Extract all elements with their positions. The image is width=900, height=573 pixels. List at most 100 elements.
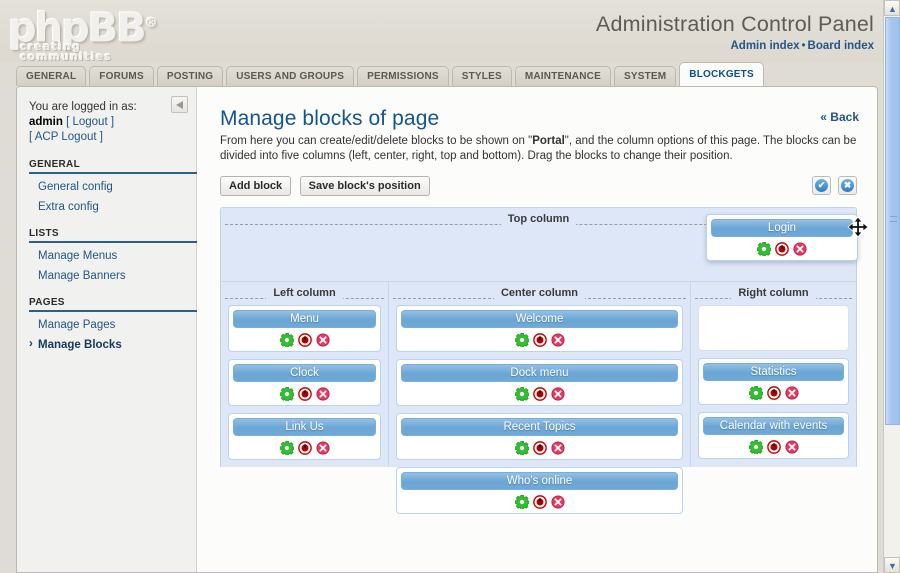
page-title: Manage blocks of page (220, 107, 440, 130)
block-title: Calendar with events (703, 417, 844, 435)
tab-blockgets[interactable]: BLOCKGETS (679, 62, 764, 86)
block-welcome[interactable]: Welcome (396, 305, 683, 352)
sidebar-section-lists: LISTS (29, 228, 197, 243)
block-actions (401, 382, 678, 402)
check-icon: ✔ (815, 179, 828, 192)
gear-icon[interactable] (514, 386, 529, 401)
dragging-block-login[interactable]: Login (706, 214, 869, 261)
center-column-header: Center column (389, 282, 690, 302)
block-statistics[interactable]: Statistics (698, 358, 849, 405)
gear-icon[interactable] (757, 241, 771, 256)
toggle-icon[interactable] (532, 332, 547, 347)
back-link[interactable]: « Back (820, 110, 859, 124)
sidebar-item-manage-banners[interactable]: Manage Banners (29, 269, 186, 283)
delete-icon[interactable] (550, 495, 565, 509)
gear-icon[interactable] (514, 494, 529, 509)
block-menu[interactable]: Menu (228, 305, 381, 352)
center-column-dropzone[interactable]: Center column Welcome Dock menu Recent Top… (389, 282, 691, 514)
main-tab-bar: GENERAL FORUMS POSTING USERS AND GROUPS PERM… (16, 62, 767, 86)
tab-posting[interactable]: POSTING (156, 66, 224, 86)
delete-icon[interactable] (315, 333, 330, 347)
left-column-label: Left column (266, 287, 343, 299)
board-index-link[interactable]: Board index (808, 40, 874, 52)
tab-forums[interactable]: FORUMS (89, 66, 154, 86)
admin-index-link[interactable]: Admin index (730, 40, 799, 52)
scroll-down-button[interactable]: ▼ (884, 557, 900, 573)
block-title: Link Us (233, 418, 376, 436)
sidebar-item-manage-menus[interactable]: Manage Menus (29, 249, 186, 263)
toggle-icon[interactable] (297, 440, 312, 455)
sidebar-section-pages: PAGES (29, 297, 197, 312)
toggle-icon[interactable] (297, 332, 312, 347)
page-description: From here you can create/edit/delete blo… (220, 134, 858, 164)
delete-icon[interactable] (315, 387, 330, 401)
block-dock-menu[interactable]: Dock menu (396, 359, 683, 406)
block-link-us[interactable]: Link Us (228, 413, 381, 460)
add-block-button[interactable]: Add block (220, 176, 292, 196)
tab-users-and-groups[interactable]: USERS AND GROUPS (226, 66, 355, 86)
save-block-position-button[interactable]: Save block's position (299, 176, 430, 196)
gear-icon[interactable] (279, 332, 294, 347)
close-icon: ✖ (841, 179, 854, 192)
sidebar-item-manage-blocks[interactable]: Manage Blocks (29, 337, 186, 352)
gear-icon[interactable] (279, 440, 294, 455)
acp-logout-link[interactable]: [ ACP Logout ] (29, 131, 103, 143)
chevron-up-icon: ▲ (888, 4, 897, 14)
desc-part-1: From here you can create/edit/delete blo… (220, 135, 533, 147)
delete-icon[interactable] (784, 440, 799, 454)
block-actions (233, 328, 376, 348)
gear-icon[interactable] (748, 385, 763, 400)
logged-in-label: You are logged in as: (29, 101, 137, 113)
sidebar-collapse-button[interactable] (171, 96, 188, 113)
gear-icon[interactable] (514, 332, 529, 347)
toggle-icon[interactable] (766, 439, 781, 454)
block-who-s-online[interactable]: Who's online (396, 467, 683, 514)
block-actions (401, 490, 678, 510)
content-area: « Back Manage blocks of page From here y… (198, 87, 877, 572)
tab-general[interactable]: GENERAL (16, 66, 87, 86)
sidebar-item-general-config[interactable]: General config (29, 180, 186, 194)
toggle-icon[interactable] (532, 494, 547, 509)
scrollbar-thumb[interactable] (885, 17, 900, 425)
vertical-scrollbar[interactable]: ▲ ▼ (883, 0, 900, 573)
toggle-icon[interactable] (766, 385, 781, 400)
gear-icon[interactable] (279, 386, 294, 401)
gear-icon[interactable] (748, 439, 763, 454)
block-clock[interactable]: Clock (228, 359, 381, 406)
delete-icon[interactable] (793, 242, 807, 256)
tab-styles[interactable]: STYLES (451, 66, 512, 86)
delete-icon[interactable] (550, 333, 565, 347)
toggle-icon[interactable] (297, 386, 312, 401)
delete-icon[interactable] (550, 387, 565, 401)
toggle-icon[interactable] (775, 241, 789, 256)
left-column-dropzone[interactable]: Left column Menu Clock Link Us (221, 282, 389, 467)
toolbar: Add block Save block's position ✔ ✖ (220, 176, 859, 198)
block-recent-topics[interactable]: Recent Topics (396, 413, 683, 460)
delete-icon[interactable] (784, 386, 799, 400)
block-actions (703, 381, 844, 401)
block-actions (711, 237, 853, 257)
confirm-button[interactable]: ✔ (812, 176, 831, 195)
left-column-header: Left column (221, 282, 388, 302)
tab-system[interactable]: SYSTEM (613, 66, 677, 86)
gear-icon[interactable] (514, 440, 529, 455)
sidebar-item-manage-pages[interactable]: Manage Pages (29, 318, 186, 332)
block-actions (233, 436, 376, 456)
delete-icon[interactable] (550, 441, 565, 455)
toggle-icon[interactable] (532, 386, 547, 401)
right-column-label: Right column (731, 287, 816, 299)
tab-maintenance[interactable]: MAINTENANCE (514, 66, 611, 86)
tab-permissions[interactable]: PERMISSIONS (357, 66, 449, 86)
login-info: You are logged in as: admin [ Logout ] [… (29, 100, 186, 145)
toggle-icon[interactable] (532, 440, 547, 455)
delete-icon[interactable] (315, 441, 330, 455)
cancel-button[interactable]: ✖ (838, 176, 857, 195)
logout-link[interactable]: [ Logout ] (66, 116, 114, 128)
block-actions (703, 435, 844, 455)
logo-registered-mark: ® (144, 16, 158, 31)
acp-title: Administration Control Panel (595, 12, 874, 36)
scroll-up-button[interactable]: ▲ (884, 0, 900, 16)
right-column-dropzone[interactable]: Right column Statistics Calendar with eve… (691, 282, 856, 467)
sidebar-item-extra-config[interactable]: Extra config (29, 200, 186, 214)
block-calendar-with-events[interactable]: Calendar with events (698, 412, 849, 459)
